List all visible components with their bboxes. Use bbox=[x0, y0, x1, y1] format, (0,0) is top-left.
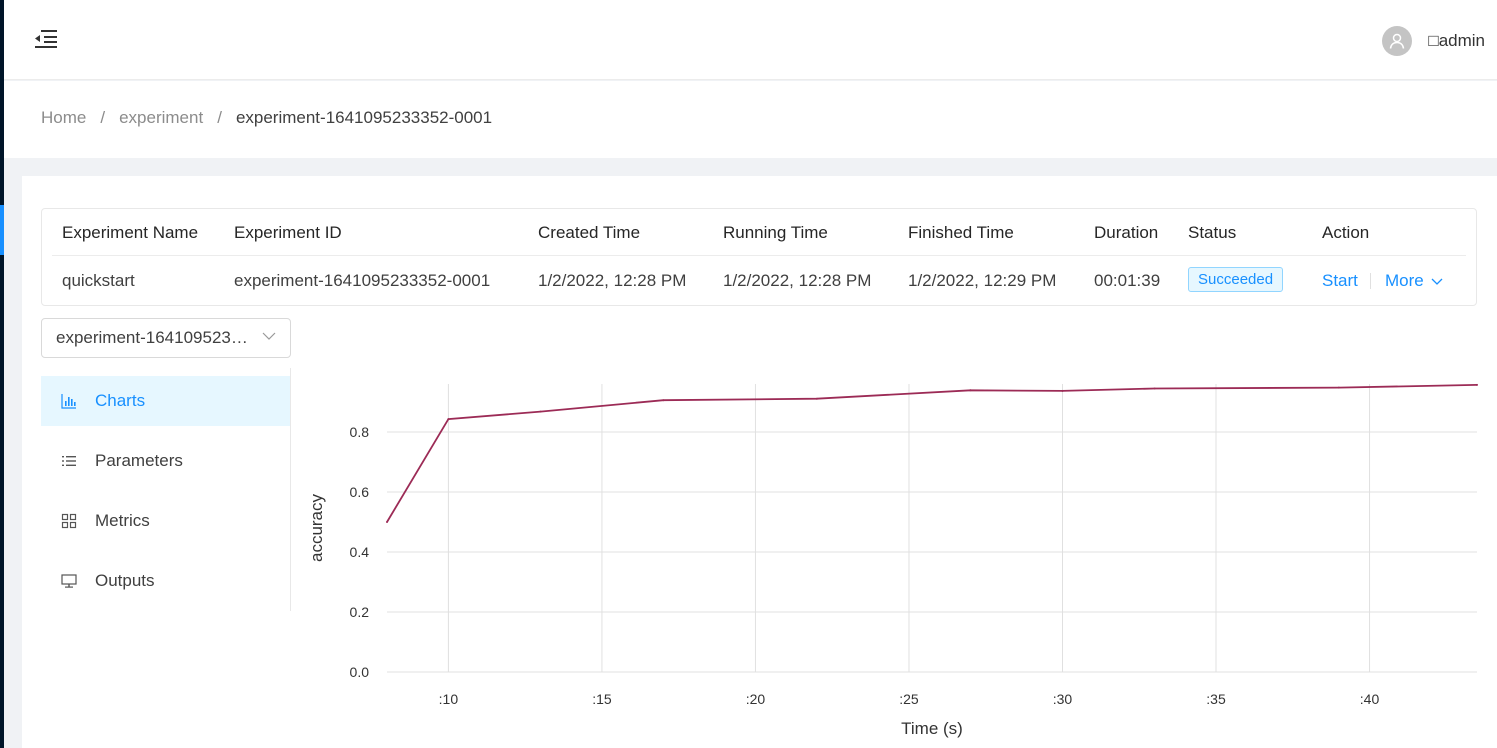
y-tick-label: 0.8 bbox=[350, 424, 370, 440]
y-tick-label: 0.0 bbox=[350, 664, 370, 680]
breadcrumb-home[interactable]: Home bbox=[41, 108, 86, 128]
x-tick-label: :10 bbox=[439, 691, 459, 707]
x-axis-label: Time (s) bbox=[901, 719, 963, 738]
data-point bbox=[815, 397, 818, 400]
y-tick-label: 0.4 bbox=[350, 544, 370, 560]
x-tick-label: :40 bbox=[1360, 691, 1380, 707]
user-menu[interactable]: □admin bbox=[1382, 25, 1485, 57]
x-tick-label: :30 bbox=[1053, 691, 1073, 707]
x-tick-label: :20 bbox=[746, 691, 766, 707]
data-point bbox=[1337, 386, 1340, 389]
x-tick-label: :15 bbox=[592, 691, 612, 707]
y-axis-label: accuracy bbox=[307, 493, 326, 562]
accuracy-series-line bbox=[386, 384, 1478, 523]
y-tick-label: 0.2 bbox=[350, 604, 370, 620]
data-point bbox=[386, 521, 388, 523]
breadcrumb-separator: / bbox=[217, 108, 222, 127]
avatar[interactable] bbox=[1382, 26, 1413, 56]
data-point bbox=[539, 410, 542, 413]
x-tick-label: :35 bbox=[1206, 691, 1226, 707]
x-tick-label: :25 bbox=[899, 691, 919, 707]
breadcrumb-experiment[interactable]: experiment bbox=[119, 108, 203, 128]
breadcrumb-current: experiment-1641095233352-0001 bbox=[235, 108, 493, 127]
top-header: □admin bbox=[4, 0, 1497, 80]
data-point bbox=[662, 399, 665, 402]
data-point bbox=[969, 389, 972, 392]
data-point bbox=[1153, 387, 1156, 390]
breadcrumb-separator: / bbox=[100, 108, 106, 127]
y-tick-label: 0.6 bbox=[350, 484, 370, 500]
breadcrumb-bar: Home / experiment / experiment-164109523… bbox=[4, 81, 1497, 158]
data-point bbox=[1476, 383, 1478, 386]
data-point bbox=[447, 418, 450, 421]
username[interactable]: □admin bbox=[1428, 31, 1485, 51]
accuracy-line-chart: 0.0 0.2 0.4 0.6 0.8 :10 :15 :20 :25 :30 :35 :40 Time… bbox=[307, 383, 1478, 738]
main-content: Experiment Name Experiment ID Created Ti… bbox=[22, 176, 1497, 748]
breadcrumb: Home / experiment / experiment-164109523… bbox=[41, 108, 492, 128]
data-point bbox=[1061, 389, 1064, 392]
left-nav-active-indicator bbox=[0, 205, 4, 255]
menu-fold-icon[interactable] bbox=[34, 28, 58, 50]
user-icon bbox=[1390, 33, 1405, 49]
